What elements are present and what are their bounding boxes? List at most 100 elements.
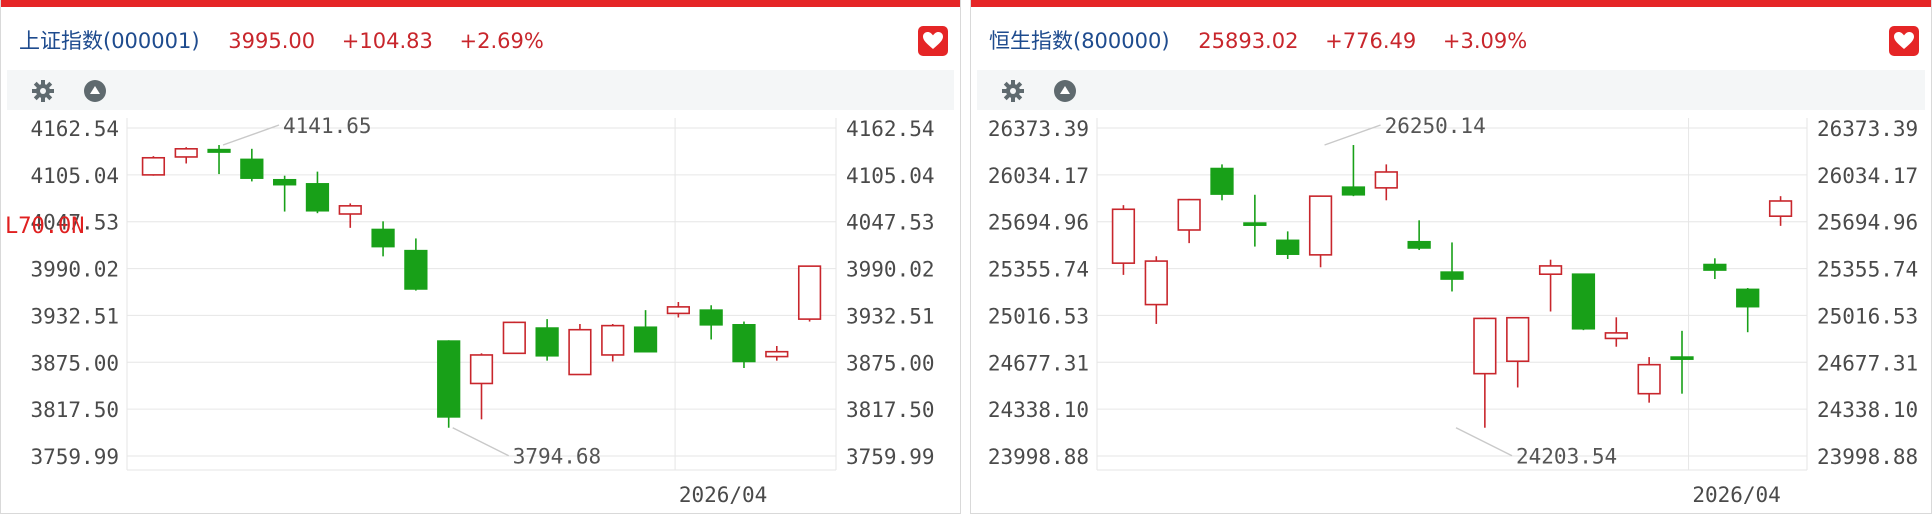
gear-icon	[32, 80, 54, 102]
candle-body-down	[535, 327, 559, 357]
panel-hangseng: 恒生指数(800000) 25893.02 +776.49 +3.09% 263…	[970, 0, 1932, 514]
y-tick-label-left: 3817.50	[30, 398, 119, 422]
index-change-pct: +3.09%	[1442, 29, 1528, 53]
chart-toolbar	[977, 70, 1925, 110]
candle-body-down	[1407, 240, 1431, 249]
settings-button[interactable]	[1000, 78, 1026, 104]
candle-body-down	[1736, 288, 1760, 308]
candle-body-down	[1341, 186, 1366, 196]
annotation-leader	[452, 427, 510, 457]
panel-shanghai: 上证指数(000001) 3995.00 +104.83 +2.69% 4162…	[0, 0, 961, 514]
candle-body-up	[1111, 208, 1136, 264]
triangle-up-icon	[1054, 80, 1076, 102]
candle-body-up	[338, 205, 362, 215]
y-tick-label-right: 25355.74	[1817, 258, 1918, 282]
candle-body-down	[437, 340, 461, 418]
y-tick-label-right: 25016.53	[1817, 304, 1918, 328]
candlestick-chart-shanghai: 4162.54 4162.544105.04 4105.044047.53 4047.…	[30, 114, 935, 507]
candle-body-down	[1440, 271, 1464, 280]
favorite-button[interactable]	[918, 26, 948, 56]
candle-body-down	[273, 178, 297, 186]
candle-body-down	[1670, 356, 1694, 360]
y-tick-label-right: 23998.88	[1817, 445, 1918, 469]
y-tick-label-right: 3932.51	[846, 304, 935, 328]
candle-body-up	[601, 324, 625, 356]
y-tick-label-right: 4047.53	[846, 211, 935, 235]
candle-body-down	[1210, 167, 1234, 195]
collapse-button[interactable]	[82, 78, 108, 104]
y-tick-label-left: 3875.00	[30, 351, 119, 375]
candle-body-up	[1604, 332, 1628, 340]
annotation-leader	[1455, 427, 1513, 457]
index-name[interactable]: 恒生指数(800000)	[989, 29, 1170, 53]
candle-body-up	[1374, 171, 1398, 189]
candle-body-up	[765, 350, 789, 358]
y-tick-label-left: 25355.74	[988, 258, 1089, 282]
y-tick-label-right: 4162.54	[846, 117, 935, 141]
candle-body-up	[568, 328, 592, 376]
settings-button[interactable]	[30, 78, 56, 104]
y-tick-label-left: 4162.54	[30, 117, 119, 141]
favorite-button[interactable]	[1889, 26, 1919, 56]
candle-body-down	[1243, 222, 1267, 226]
y-tick-label-right: 3817.50	[846, 398, 935, 422]
y-tick-label-right: 24338.10	[1817, 398, 1918, 422]
annotation-label: 26250.14	[1385, 114, 1486, 138]
candlestick-chart-hangseng: 26373.39 26373.39 26034.17 26034.17 25694.96…	[988, 114, 1918, 507]
panel-header: 上证指数(000001) 3995.00 +104.83 +2.69%	[19, 26, 564, 56]
candle-body-up	[174, 148, 198, 158]
y-tick-label-left: 23998.88	[988, 445, 1089, 469]
y-tick-label-left: 24677.31	[988, 351, 1089, 375]
candle-body-up	[469, 354, 494, 385]
candle-body-up	[141, 156, 166, 176]
y-tick-label-right: 24677.31	[1817, 351, 1918, 375]
y-tick-label-left: 4105.04	[30, 164, 119, 188]
annotation-label: 24203.54	[1516, 445, 1617, 469]
overlay-label: L70.0N	[5, 214, 85, 239]
candle-body-up	[502, 321, 526, 355]
y-tick-label-left: 26373.39	[988, 117, 1089, 141]
y-tick-label-right: 26373.39	[1817, 117, 1918, 141]
index-change-pct: +2.69%	[459, 29, 544, 53]
candle-body-down	[371, 228, 395, 248]
index-price: 25893.02	[1198, 29, 1299, 53]
candle-body-down	[1571, 273, 1596, 330]
index-name[interactable]: 上证指数(000001)	[19, 29, 200, 53]
candle-body-up	[666, 306, 690, 315]
collapse-button[interactable]	[1052, 78, 1078, 104]
candle-body-down	[240, 158, 264, 179]
heart-icon	[1894, 32, 1914, 49]
x-tick-label: 2026/04	[679, 483, 768, 507]
y-tick-label-left: 3990.02	[30, 258, 119, 282]
annotation-label: 3794.68	[513, 445, 602, 469]
candle-body-down	[699, 309, 723, 326]
y-tick-label-left: 25016.53	[988, 304, 1089, 328]
candle-body-up	[797, 265, 822, 320]
triangle-up-icon	[84, 80, 106, 102]
annotation-label: 4141.65	[283, 114, 372, 138]
candle-body-down	[633, 326, 658, 353]
y-tick-label-left: 26034.17	[988, 164, 1089, 188]
y-tick-label-right: 26034.17	[1817, 164, 1918, 188]
candle-body-down	[305, 183, 330, 212]
candle-body-down	[1703, 263, 1727, 271]
candle-body-up	[1473, 317, 1497, 375]
candle-body-up	[1144, 260, 1168, 306]
index-price: 3995.00	[228, 29, 316, 53]
candle-body-up	[1506, 316, 1530, 363]
candle-body-up	[1177, 198, 1201, 231]
candle-body-up	[1768, 200, 1793, 217]
y-tick-label-left: 25694.96	[988, 211, 1089, 235]
candle-body-down	[404, 249, 428, 290]
y-tick-label-left: 3932.51	[30, 304, 119, 328]
x-tick-label: 2026/04	[1692, 483, 1781, 507]
y-tick-label-right: 25694.96	[1817, 211, 1918, 235]
gear-icon	[1002, 80, 1024, 102]
candle-body-down	[1276, 239, 1300, 255]
index-change: +104.83	[341, 29, 433, 53]
y-tick-label-left: 24338.10	[988, 398, 1089, 422]
y-tick-label-right: 3990.02	[846, 258, 935, 282]
y-tick-label-right: 4105.04	[846, 164, 935, 188]
candle-body-down	[207, 148, 231, 153]
candle-body-up	[1308, 195, 1333, 256]
